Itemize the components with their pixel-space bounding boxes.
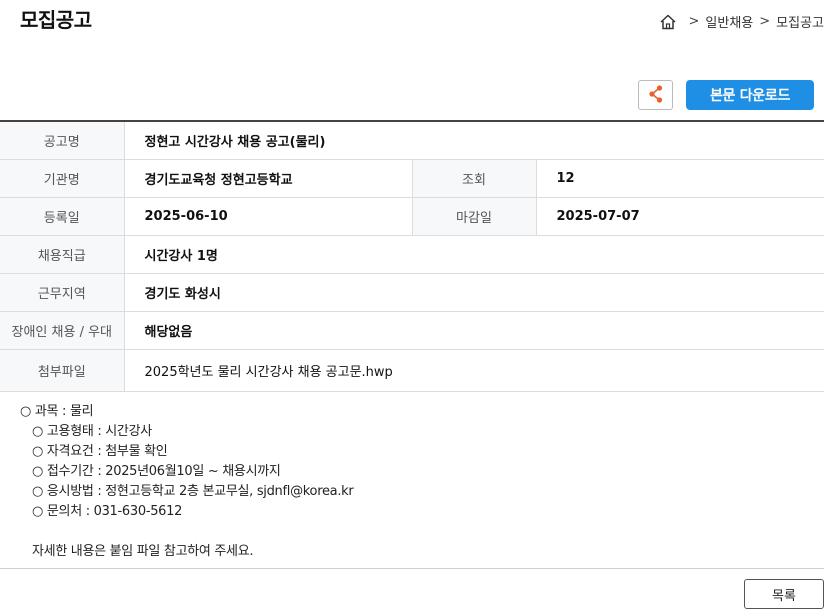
breadcrumb-separator: > <box>688 14 700 29</box>
share-button[interactable] <box>638 80 673 110</box>
attachment-link[interactable]: 2025학년도 물리 시간강사 채용 공고문.hwp <box>124 349 824 392</box>
reg-date-value: 2025-06-10 <box>124 197 412 236</box>
body-line-qualification: ○ 자격요건 : 첨부물 확인 <box>32 444 168 459</box>
body-line-subject: ○ 과목 : 물리 <box>20 404 94 419</box>
disability-value: 해당없음 <box>124 311 824 350</box>
body-line-employment: ○ 고용형태 : 시간강사 <box>32 424 152 439</box>
views-value: 12 <box>536 159 824 198</box>
breadcrumb-item-notice[interactable]: 모집공고 <box>776 12 824 31</box>
position-value: 시간강사 1명 <box>124 235 824 274</box>
org-value: 경기도교육청 정현고등학교 <box>124 159 412 198</box>
footer-divider <box>0 568 824 569</box>
deadline-value: 2025-07-07 <box>536 197 824 236</box>
share-icon <box>647 84 665 107</box>
body-line-method: ○ 응시방법 : 정현고등학교 2층 본교무실, sjdnfl@korea.kr <box>32 484 354 499</box>
attachment-label: 첨부파일 <box>0 349 125 392</box>
disability-label: 장애인 채용 / 우대 <box>0 311 125 350</box>
region-value: 경기도 화성시 <box>124 273 824 312</box>
body-line-period: ○ 접수기간 : 2025년06월10일 ~ 채용시까지 <box>32 464 281 479</box>
body-line-contact: ○ 문의처 : 031-630-5612 <box>32 504 183 519</box>
title-value: 정현고 시간강사 채용 공고(물리) <box>124 121 824 160</box>
reg-date-label: 등록일 <box>0 197 125 236</box>
body-line-closing: 자세한 내용은 붙임 파일 참고하여 주세요. <box>32 544 254 559</box>
download-body-button[interactable]: 본문 다운로드 <box>686 80 814 110</box>
table-row: 채용직급 시간강사 1명 <box>0 235 824 274</box>
region-label: 근무지역 <box>0 273 125 312</box>
page-title: 모집공고 <box>20 8 92 32</box>
info-table: 공고명 정현고 시간강사 채용 공고(물리) 기관명 경기도교육청 정현고등학교… <box>0 120 824 392</box>
table-row: 근무지역 경기도 화성시 <box>0 273 824 312</box>
table-row: 장애인 채용 / 우대 해당없음 <box>0 311 824 350</box>
table-row: 기관명 경기도교육청 정현고등학교 조회 12 <box>0 159 824 198</box>
table-row: 공고명 정현고 시간강사 채용 공고(물리) <box>0 121 824 160</box>
title-label: 공고명 <box>0 121 125 160</box>
table-row: 첨부파일 2025학년도 물리 시간강사 채용 공고문.hwp <box>0 349 824 392</box>
breadcrumb-separator: > <box>759 14 771 29</box>
breadcrumb: > 일반채용 > 모집공고 <box>659 12 824 31</box>
position-label: 채용직급 <box>0 235 125 274</box>
table-row: 등록일 2025-06-10 마감일 2025-07-07 <box>0 197 824 236</box>
list-button[interactable]: 목록 <box>744 579 824 609</box>
notice-body: ○ 과목 : 물리 ○ 고용형태 : 시간강사 ○ 자격요건 : 첨부물 확인 … <box>20 402 354 562</box>
org-label: 기관명 <box>0 159 125 198</box>
breadcrumb-item-general-recruit[interactable]: 일반채용 <box>705 12 753 31</box>
views-label: 조회 <box>411 159 537 198</box>
home-icon[interactable] <box>659 13 677 31</box>
deadline-label: 마감일 <box>411 197 537 236</box>
